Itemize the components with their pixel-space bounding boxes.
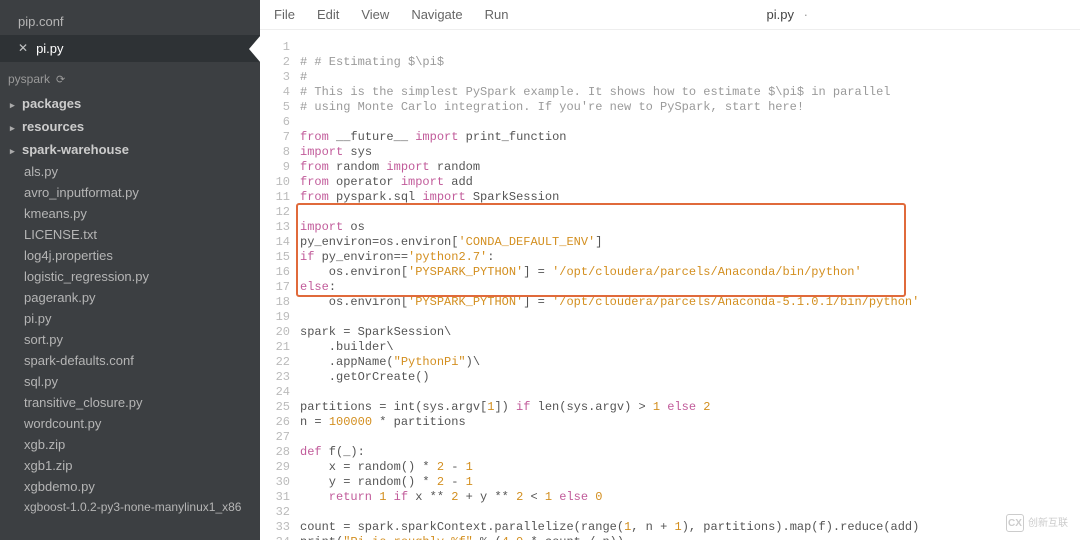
sidebar: pip.conf ✕ pi.py pyspark ⟳ ▸packages ▸re… xyxy=(0,0,260,540)
file-item[interactable]: log4j.properties xyxy=(6,245,254,266)
file-item[interactable]: xgb1.zip xyxy=(6,455,254,476)
file-item[interactable]: LICENSE.txt xyxy=(6,224,254,245)
file-item[interactable]: spark-defaults.conf xyxy=(6,350,254,371)
chevron-right-icon: ▸ xyxy=(10,146,20,157)
code-editor[interactable]: 1 2 3 4 5 6 7 8 9 10 11 12 13 14 15 16 1… xyxy=(260,30,1080,540)
file-item[interactable]: wordcount.py xyxy=(6,413,254,434)
file-item[interactable]: kmeans.py xyxy=(6,203,254,224)
watermark: CX 创新互联 xyxy=(1006,514,1068,532)
line-gutter: 1 2 3 4 5 6 7 8 9 10 11 12 13 14 15 16 1… xyxy=(260,40,300,540)
close-icon[interactable]: ✕ xyxy=(18,41,28,55)
file-item[interactable]: avro_inputformat.py xyxy=(6,182,254,203)
tab-label: pi.py xyxy=(36,41,63,56)
refresh-icon[interactable]: ⟳ xyxy=(56,73,65,86)
project-tree-header[interactable]: pyspark ⟳ xyxy=(0,62,260,92)
file-item[interactable]: logistic_regression.py xyxy=(6,266,254,287)
file-item[interactable]: xgboost-1.0.2-py3-none-manylinux1_x86 xyxy=(6,497,254,517)
menu-edit[interactable]: Edit xyxy=(317,7,339,22)
project-name: pyspark xyxy=(8,72,50,86)
modified-indicator: · xyxy=(804,7,808,22)
watermark-logo: CX xyxy=(1006,514,1024,532)
menu: File Edit View Navigate Run xyxy=(274,7,508,22)
file-item[interactable]: xgbdemo.py xyxy=(6,476,254,497)
menu-run[interactable]: Run xyxy=(485,7,509,22)
folder-resources[interactable]: ▸resources xyxy=(6,115,254,138)
main-area: File Edit View Navigate Run pi.py · 1 2 … xyxy=(260,0,1080,540)
file-item[interactable]: sql.py xyxy=(6,371,254,392)
folder-spark-warehouse[interactable]: ▸spark-warehouse xyxy=(6,138,254,161)
chevron-right-icon: ▸ xyxy=(10,123,20,134)
menu-file[interactable]: File xyxy=(274,7,295,22)
folder-packages[interactable]: ▸packages xyxy=(6,92,254,115)
menu-view[interactable]: View xyxy=(361,7,389,22)
chevron-right-icon: ▸ xyxy=(10,100,20,111)
file-item[interactable]: pi.py xyxy=(6,308,254,329)
file-item[interactable]: xgb.zip xyxy=(6,434,254,455)
watermark-text: 创新互联 xyxy=(1028,516,1068,531)
file-item[interactable]: transitive_closure.py xyxy=(6,392,254,413)
file-item[interactable]: pagerank.py xyxy=(6,287,254,308)
tab-label: pip.conf xyxy=(18,14,64,29)
file-title: pi.py · xyxy=(508,7,1066,22)
menu-navigate[interactable]: Navigate xyxy=(411,7,462,22)
highlight-box xyxy=(296,203,906,297)
tab-pip-conf[interactable]: pip.conf xyxy=(0,8,260,35)
tab-pi-py[interactable]: ✕ pi.py xyxy=(0,35,260,62)
open-files-tabs: pip.conf ✕ pi.py xyxy=(0,0,260,62)
project-tree: ▸packages ▸resources ▸spark-warehouse al… xyxy=(0,92,260,537)
file-item[interactable]: sort.py xyxy=(6,329,254,350)
file-item[interactable]: als.py xyxy=(6,161,254,182)
top-menu-bar: File Edit View Navigate Run pi.py · xyxy=(260,0,1080,30)
code-content[interactable]: # # Estimating $\pi$ # # This is the sim… xyxy=(300,40,1080,540)
